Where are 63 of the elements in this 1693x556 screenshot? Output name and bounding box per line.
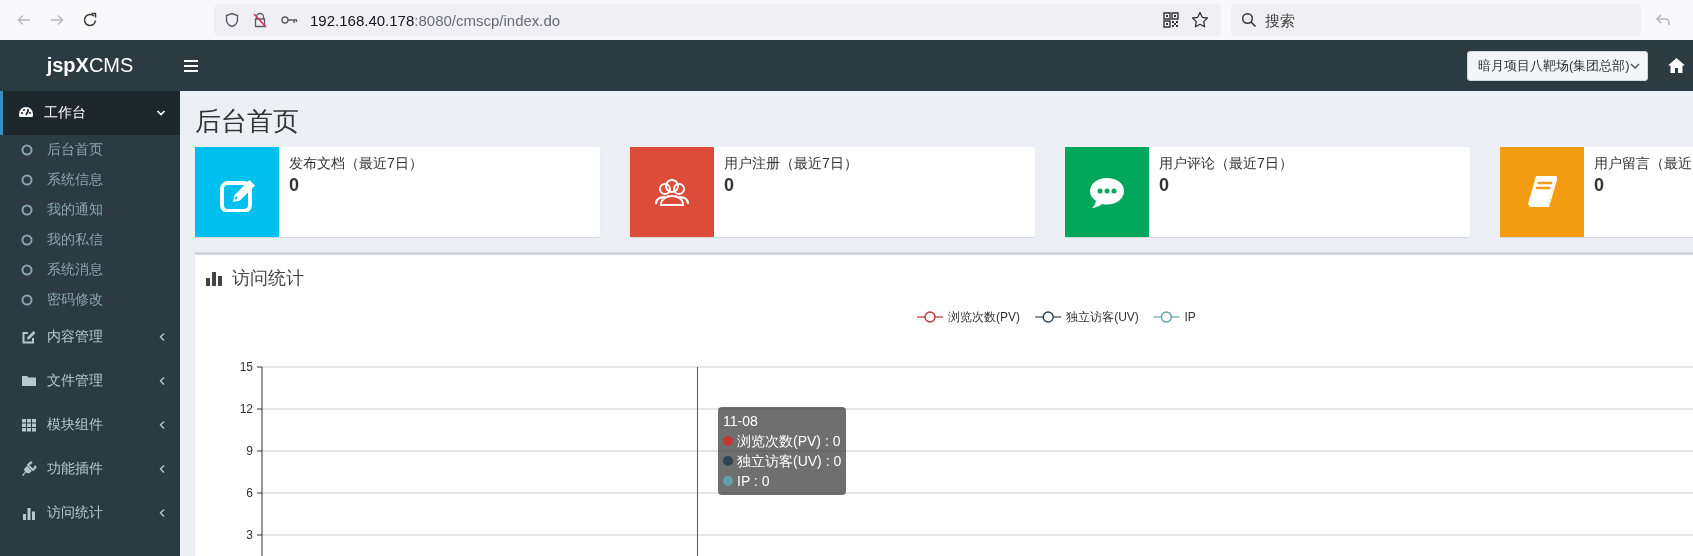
tooltip-title: 11-08	[723, 412, 759, 431]
legend-label: IP	[1184, 310, 1196, 324]
legend-item[interactable]: 浏览次数(PV)	[916, 310, 1020, 324]
shield-icon	[224, 12, 240, 28]
reload-icon[interactable]	[82, 12, 98, 28]
sidebar-menu-item[interactable]: 功能插件	[0, 447, 180, 491]
legend-label: 浏览次数(PV)	[948, 310, 1020, 324]
url-text: 192.168.40.178:8080/cmscp/index.do	[310, 11, 561, 29]
sidebar-menu-item[interactable]: 工作台	[0, 91, 180, 135]
y-axis-label: 12	[239, 402, 253, 416]
circle-icon	[21, 144, 33, 156]
tooltip-row-text: IP : 0	[737, 472, 770, 491]
menu-icon[interactable]	[184, 59, 198, 72]
stat-label: 用户注册（最近7日）	[724, 154, 858, 173]
y-axis-label: 9	[246, 444, 253, 458]
stat-label: 发布文档（最近7日）	[289, 154, 423, 173]
y-axis-label: 15	[239, 360, 253, 374]
circle-icon	[21, 264, 33, 276]
tooltip-row-text: 独立访客(UV) : 0	[737, 452, 842, 471]
sidebar-menu-item[interactable]: 模块组件	[0, 403, 180, 447]
y-axis-label: 6	[246, 486, 253, 500]
star-icon[interactable]	[1191, 11, 1209, 29]
site-select[interactable]: 暗月项目八靶场(集团总部)	[1467, 50, 1648, 81]
grid-icon	[21, 417, 37, 433]
submenu-item[interactable]: 后台首页	[0, 135, 180, 165]
edit-icon	[21, 329, 37, 345]
bar-chart-icon	[206, 269, 223, 286]
search-field[interactable]: 搜索	[1231, 4, 1641, 36]
stat-value: 0	[289, 174, 300, 197]
submenu-item[interactable]: 我的私信	[0, 225, 180, 255]
tooltip-row-text: 浏览次数(PV) : 0	[737, 432, 841, 451]
stat-label: 用户留言（最近	[1594, 154, 1692, 173]
address-bar[interactable]: 192.168.40.178:8080/cmscp/index.do	[214, 4, 1221, 36]
stat-value: 0	[1159, 174, 1170, 197]
sidebar-menu-item[interactable]: 访问统计	[0, 491, 180, 535]
folder-icon	[21, 373, 37, 389]
sidebar-menu-item[interactable]: 文件管理	[0, 359, 180, 403]
sidebar-menu-item[interactable]: 内容管理	[0, 315, 180, 359]
bar-chart-icon	[21, 505, 37, 521]
stat-value: 0	[1594, 174, 1605, 197]
stat-label: 用户评论（最近7日）	[1159, 154, 1293, 173]
circle-icon	[21, 234, 33, 246]
plug-icon	[21, 461, 37, 477]
panel-title: 访问统计	[232, 266, 304, 290]
legend-item[interactable]: 独立访客(UV)	[1034, 310, 1139, 324]
page-title: 后台首页	[195, 106, 300, 136]
logo-text: jspXCMS	[45, 54, 135, 77]
submenu-item[interactable]: 系统信息	[0, 165, 180, 195]
circle-icon	[21, 294, 33, 306]
qr-code-icon[interactable]	[1163, 12, 1179, 28]
submenu-item[interactable]: 系统消息	[0, 255, 180, 285]
search-icon	[1241, 12, 1257, 28]
submenu-item[interactable]: 我的通知	[0, 195, 180, 225]
circle-icon	[21, 204, 33, 216]
y-axis-label: 3	[246, 528, 253, 542]
stat-value: 0	[724, 174, 735, 197]
circle-icon	[21, 174, 33, 186]
caret-icon	[1629, 62, 1640, 69]
home-icon[interactable]	[1668, 58, 1685, 73]
submenu-item[interactable]: 密码修改	[0, 285, 180, 315]
legend-label: 独立访客(UV)	[1066, 310, 1139, 324]
legend-item[interactable]: IP	[1152, 310, 1196, 324]
lock-slash-icon	[252, 12, 268, 28]
